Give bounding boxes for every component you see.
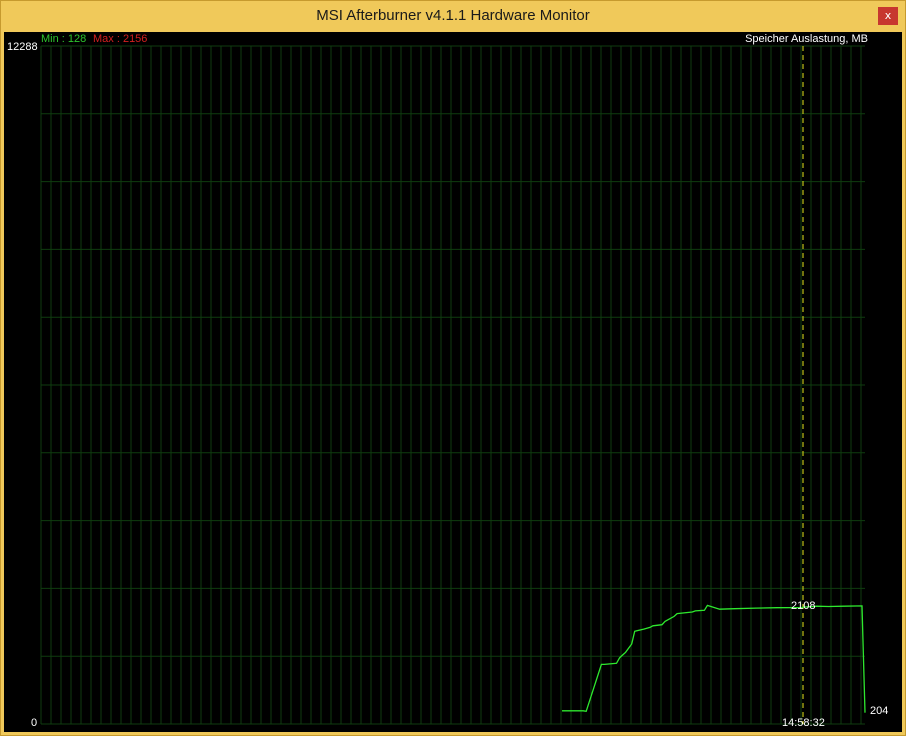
memory-usage-graph[interactable]: Min : 128 Max : 2156 Speicher Auslastung…: [4, 32, 902, 732]
max-label: Max : 2156: [93, 33, 148, 45]
min-label: Min : 128: [41, 33, 87, 45]
memory-usage-line: [562, 604, 866, 713]
window-title: MSI Afterburner v4.1.1 Hardware Monitor: [316, 7, 590, 24]
grid-lines: [40, 45, 865, 725]
graph-name-label: Speicher Auslastung, MB: [745, 33, 868, 45]
title-bar[interactable]: MSI Afterburner v4.1.1 Hardware Monitor …: [1, 1, 905, 31]
graph-canvas: [40, 45, 866, 725]
close-icon: x: [884, 9, 892, 22]
cursor-time-label: 14:58:32: [782, 717, 825, 729]
cursor-value-label: 2108: [791, 600, 816, 612]
y-max-label: 12288: [7, 41, 38, 53]
y-min-label: 0: [31, 717, 38, 729]
current-value-label: 204: [870, 705, 889, 717]
hardware-monitor-window: MSI Afterburner v4.1.1 Hardware Monitor …: [0, 0, 906, 736]
close-button[interactable]: x: [878, 7, 898, 25]
